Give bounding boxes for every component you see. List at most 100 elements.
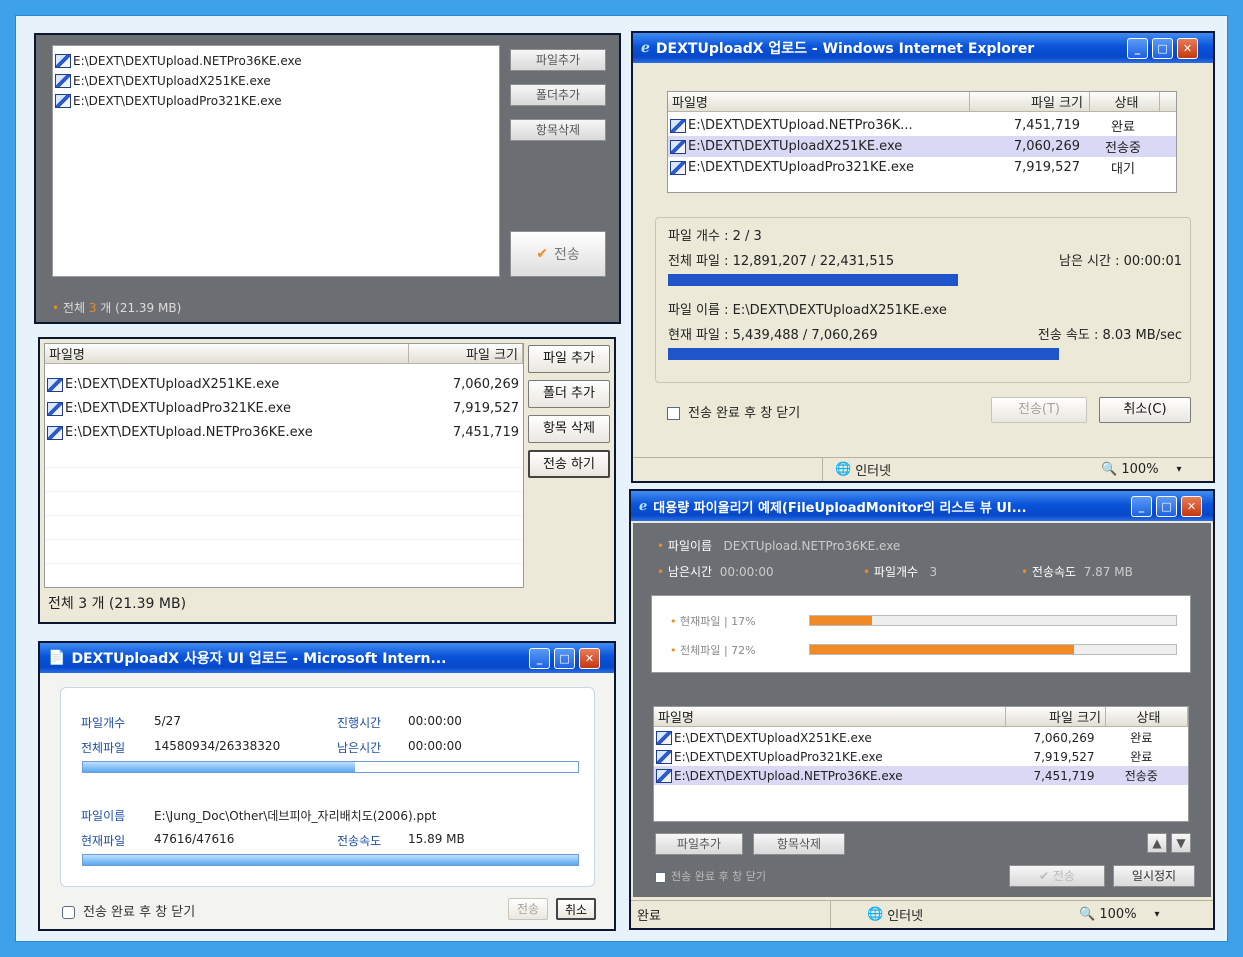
send-button[interactable]: ✔ 전송	[1009, 865, 1105, 887]
total-file-label: • 전체파일 | 72%	[670, 644, 756, 657]
close-button[interactable]: ✕	[1177, 38, 1198, 59]
delete-item-button[interactable]: 항목 삭제	[528, 415, 610, 443]
add-folder-button[interactable]: 폴더추가	[510, 84, 606, 106]
table-row[interactable]: E:\DEXT\DEXTUploadPro321KE.exe 7,919,527 완…	[654, 747, 1188, 766]
maximize-button[interactable]: □	[554, 648, 575, 669]
add-file-button[interactable]: 파일 추가	[528, 345, 610, 373]
cancel-button[interactable]: 취소(C)	[1099, 397, 1191, 423]
checkbox-box[interactable]	[667, 407, 680, 420]
list-item[interactable]: E:\DEXT\DEXTUploadX251KE.exe	[53, 70, 499, 91]
col-name-header[interactable]: 파일명	[654, 707, 1006, 726]
filename-value: E:\Jung_Doc\Other\데브피아_자리배치도(2006).ppt	[154, 809, 437, 823]
send-button[interactable]: 전송 하기	[528, 450, 610, 478]
chevron-down-icon[interactable]: ▾	[1177, 464, 1182, 475]
pause-button[interactable]: 일시정지	[1113, 865, 1195, 887]
col-name-header[interactable]: 파일명	[45, 344, 409, 363]
table-row[interactable]: E:\DEXT\DEXTUploadX251KE.exe 7,060,269 완료	[654, 728, 1188, 747]
table-row-selected[interactable]: E:\DEXT\DEXTUploadX251KE.exe 7,060,269 전송중	[668, 136, 1176, 157]
delete-item-button[interactable]: 항목삭제	[753, 833, 845, 855]
table-row[interactable]: E:\DEXT\DEXTUpload.NETPro36KE.exe 7,451,7…	[45, 422, 523, 443]
speed-label: 전송속도	[337, 834, 382, 848]
close-button[interactable]: ✕	[1181, 496, 1202, 517]
current-file-text: 현재 파일 : 5,439,488 / 7,060,269	[668, 328, 878, 343]
maximize-button[interactable]: □	[1152, 38, 1173, 59]
speed-value: 15.89 MB	[408, 832, 465, 846]
table-row[interactable]: E:\DEXT\DEXTUploadPro321KE.exe 7,919,527	[45, 398, 523, 419]
move-up-button[interactable]: ▲	[1147, 833, 1167, 853]
table-header: 파일명 파일 크기	[45, 344, 523, 364]
move-down-button[interactable]: ▼	[1171, 833, 1191, 853]
filename-text: 파일 이름 : E:\DEXT\DEXTUploadX251KE.exe	[668, 303, 947, 318]
file-count-value: 5/27	[154, 714, 181, 728]
close-button[interactable]: ✕	[579, 648, 600, 669]
progress-fill	[810, 645, 1074, 654]
elapsed-label: 진행시간	[337, 716, 382, 730]
exe-file-icon	[47, 401, 63, 416]
summary-text: 전체 3 개 (21.39 MB)	[48, 596, 187, 612]
table-row[interactable]: E:\DEXT\DEXTUploadX251KE.exe 7,060,269	[45, 374, 523, 395]
elapsed-value: 00:00:00	[408, 714, 462, 728]
col-name-header[interactable]: 파일명	[668, 92, 970, 111]
check-icon: ✔	[1039, 869, 1050, 883]
total-progress-bar	[668, 274, 1176, 286]
close-after-checkbox[interactable]: 전송 완료 후 창 닫기	[655, 868, 766, 884]
add-file-button[interactable]: 파일추가	[510, 49, 606, 71]
file-table[interactable]: 파일명 파일 크기 상태 E:\DEXT\DEXTUpload.NETPro36…	[667, 91, 1177, 193]
status-text: 완료	[631, 901, 831, 928]
zone-text: 인터넷	[887, 909, 924, 924]
zoom-icon[interactable]: 🔍	[1079, 907, 1095, 922]
minimize-button[interactable]: _	[529, 648, 550, 669]
zoom-level[interactable]: 100%	[1099, 907, 1136, 922]
monitor-body: • 파일이름 DEXTUpload.NETPro36KE.exe • 남은시간 …	[633, 523, 1211, 897]
col-status-header[interactable]: 상태	[1090, 92, 1160, 111]
file-list-box[interactable]: E:\DEXT\DEXTUpload.NETPro36KE.exe E:\DEX…	[52, 45, 500, 277]
checkbox-box[interactable]	[62, 906, 75, 919]
current-file-label: 현재파일	[81, 834, 126, 848]
exe-file-icon	[47, 425, 63, 440]
ie-logo-icon: ℯ	[639, 498, 648, 514]
send-button[interactable]: ✔ 전송	[510, 231, 606, 277]
add-file-button[interactable]: 파일추가	[655, 833, 743, 855]
maximize-button[interactable]: □	[1156, 496, 1177, 517]
uploader-panel-list: 파일명 파일 크기 E:\DEXT\DEXTUploadX251KE.exe 7,…	[38, 337, 616, 624]
checkbox-box[interactable]	[655, 871, 666, 883]
minimize-button[interactable]: _	[1127, 38, 1148, 59]
current-progress-bar	[668, 348, 1176, 360]
col-status-header[interactable]: 상태	[1106, 707, 1188, 726]
add-folder-button[interactable]: 폴더 추가	[528, 380, 610, 408]
file-table[interactable]: 파일명 파일 크기 E:\DEXT\DEXTUploadX251KE.exe 7,…	[44, 343, 524, 588]
progress-fill	[810, 616, 873, 625]
upload-window-ie: ℯ DEXTUploadX 업로드 - Windows Internet Exp…	[631, 31, 1215, 483]
file-count-label: 파일개수	[81, 716, 126, 730]
close-after-checkbox[interactable]: 전송 완료 후 창 닫기	[62, 901, 195, 920]
send-button[interactable]: 전송(T)	[991, 397, 1087, 423]
table-row[interactable]: E:\DEXT\DEXTUploadPro321KE.exe 7,919,527 대…	[668, 157, 1176, 178]
status-bar: 🌐 인터넷 🔍 100% ▾	[633, 457, 1213, 481]
col-size-header[interactable]: 파일 크기	[970, 92, 1090, 111]
progress-fill	[668, 348, 1060, 360]
file-table[interactable]: 파일명 파일 크기 상태 E:\DEXT\DEXTUploadX251KE.ex…	[653, 706, 1189, 822]
title-bar: 📄 DEXTUploadX 사용자 UI 업로드 - Microsoft Int…	[40, 643, 614, 673]
exe-file-icon	[55, 53, 71, 68]
minimize-button[interactable]: _	[1131, 496, 1152, 517]
exe-file-icon	[670, 139, 686, 154]
close-after-checkbox[interactable]: 전송 완료 후 창 닫기	[667, 402, 800, 421]
progress-box: • 현재파일 | 17% • 전체파일 | 72%	[651, 595, 1191, 673]
send-button[interactable]: 전송	[508, 898, 548, 920]
globe-icon: 🌐	[835, 462, 852, 477]
delete-item-button[interactable]: 항목삭제	[510, 119, 606, 141]
title-bar: ℯ DEXTUploadX 업로드 - Windows Internet Exp…	[633, 33, 1213, 63]
zoom-icon[interactable]: 🔍	[1101, 462, 1117, 477]
info-line-1: • 파일이름 DEXTUpload.NETPro36KE.exe	[657, 539, 901, 553]
speed-text: 전송 속도 : 8.03 MB/sec	[1037, 328, 1182, 343]
list-item[interactable]: E:\DEXT\DEXTUploadPro321KE.exe	[53, 90, 499, 111]
cancel-button[interactable]: 취소	[556, 898, 596, 920]
col-size-header[interactable]: 파일 크기	[1006, 707, 1106, 726]
chevron-down-icon[interactable]: ▾	[1155, 909, 1160, 920]
list-item[interactable]: E:\DEXT\DEXTUpload.NETPro36KE.exe	[53, 50, 499, 71]
col-size-header[interactable]: 파일 크기	[409, 344, 523, 363]
zoom-level[interactable]: 100%	[1121, 462, 1158, 477]
table-row-selected[interactable]: E:\DEXT\DEXTUpload.NETPro36KE.exe 7,451,7…	[654, 766, 1188, 785]
table-row[interactable]: E:\DEXT\DEXTUpload.NETPro36K... 7,451,719…	[668, 115, 1176, 136]
current-file-label: • 현재파일 | 17%	[670, 615, 756, 628]
